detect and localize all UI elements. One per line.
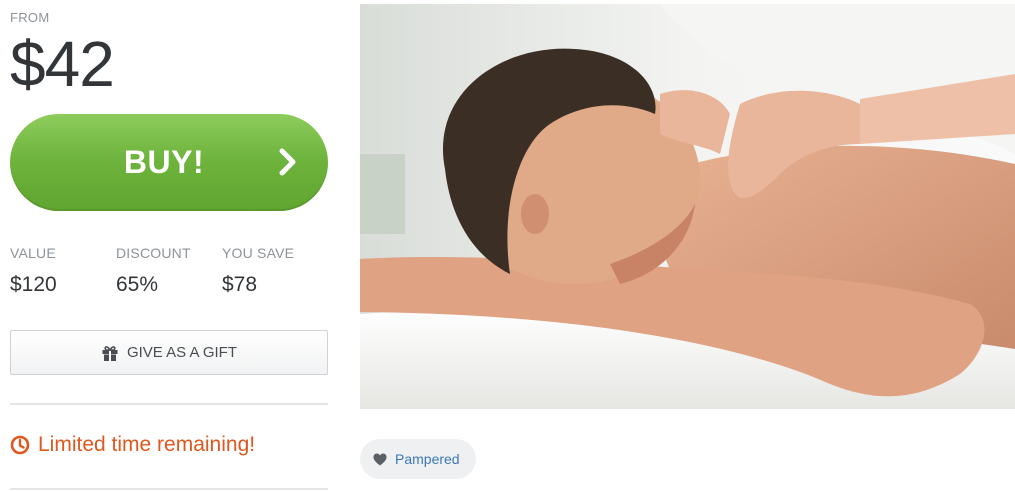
give-as-gift-label: GIVE AS A GIFT [126, 344, 238, 361]
divider [10, 403, 328, 405]
tag-pampered[interactable]: Pampered [360, 439, 476, 479]
deal-price: $42 [10, 28, 115, 100]
tag-label: Pampered [395, 451, 460, 467]
clock-icon [10, 435, 30, 455]
deal-stats: VALUE $120 DISCOUNT 65% YOU SAVE $78 [10, 245, 330, 305]
buy-button-label: BUY! [123, 144, 205, 180]
stat-discount-amount: 65% [116, 273, 159, 296]
heart-icon [373, 453, 387, 465]
stat-you-save-amount: $78 [222, 273, 258, 296]
gift-icon [102, 345, 118, 361]
stat-value: VALUE $120 [10, 245, 57, 297]
stat-label-you-save: YOU SAVE [222, 245, 295, 261]
divider [10, 488, 328, 490]
limited-time-notice: Limited time remaining! [10, 433, 255, 457]
stat-label-value: VALUE [10, 245, 56, 261]
massage-photo [360, 4, 1015, 409]
stat-label-discount: DISCOUNT [116, 245, 191, 261]
chevron-right-icon [279, 148, 296, 176]
buy-button[interactable]: BUY! [10, 114, 328, 211]
deal-page: FROM $42 BUY! VALUE $120 DISCOUNT 65% YO… [0, 0, 1015, 491]
give-as-gift-button[interactable]: GIVE AS A GIFT [10, 330, 328, 375]
stat-you-save: YOU SAVE $78 [222, 245, 294, 297]
stat-value-amount: $120 [10, 273, 57, 296]
limited-time-text: Limited time remaining! [38, 433, 256, 456]
deal-photo [360, 4, 1015, 409]
from-label: FROM [10, 10, 50, 25]
stat-discount: DISCOUNT 65% [116, 245, 191, 297]
